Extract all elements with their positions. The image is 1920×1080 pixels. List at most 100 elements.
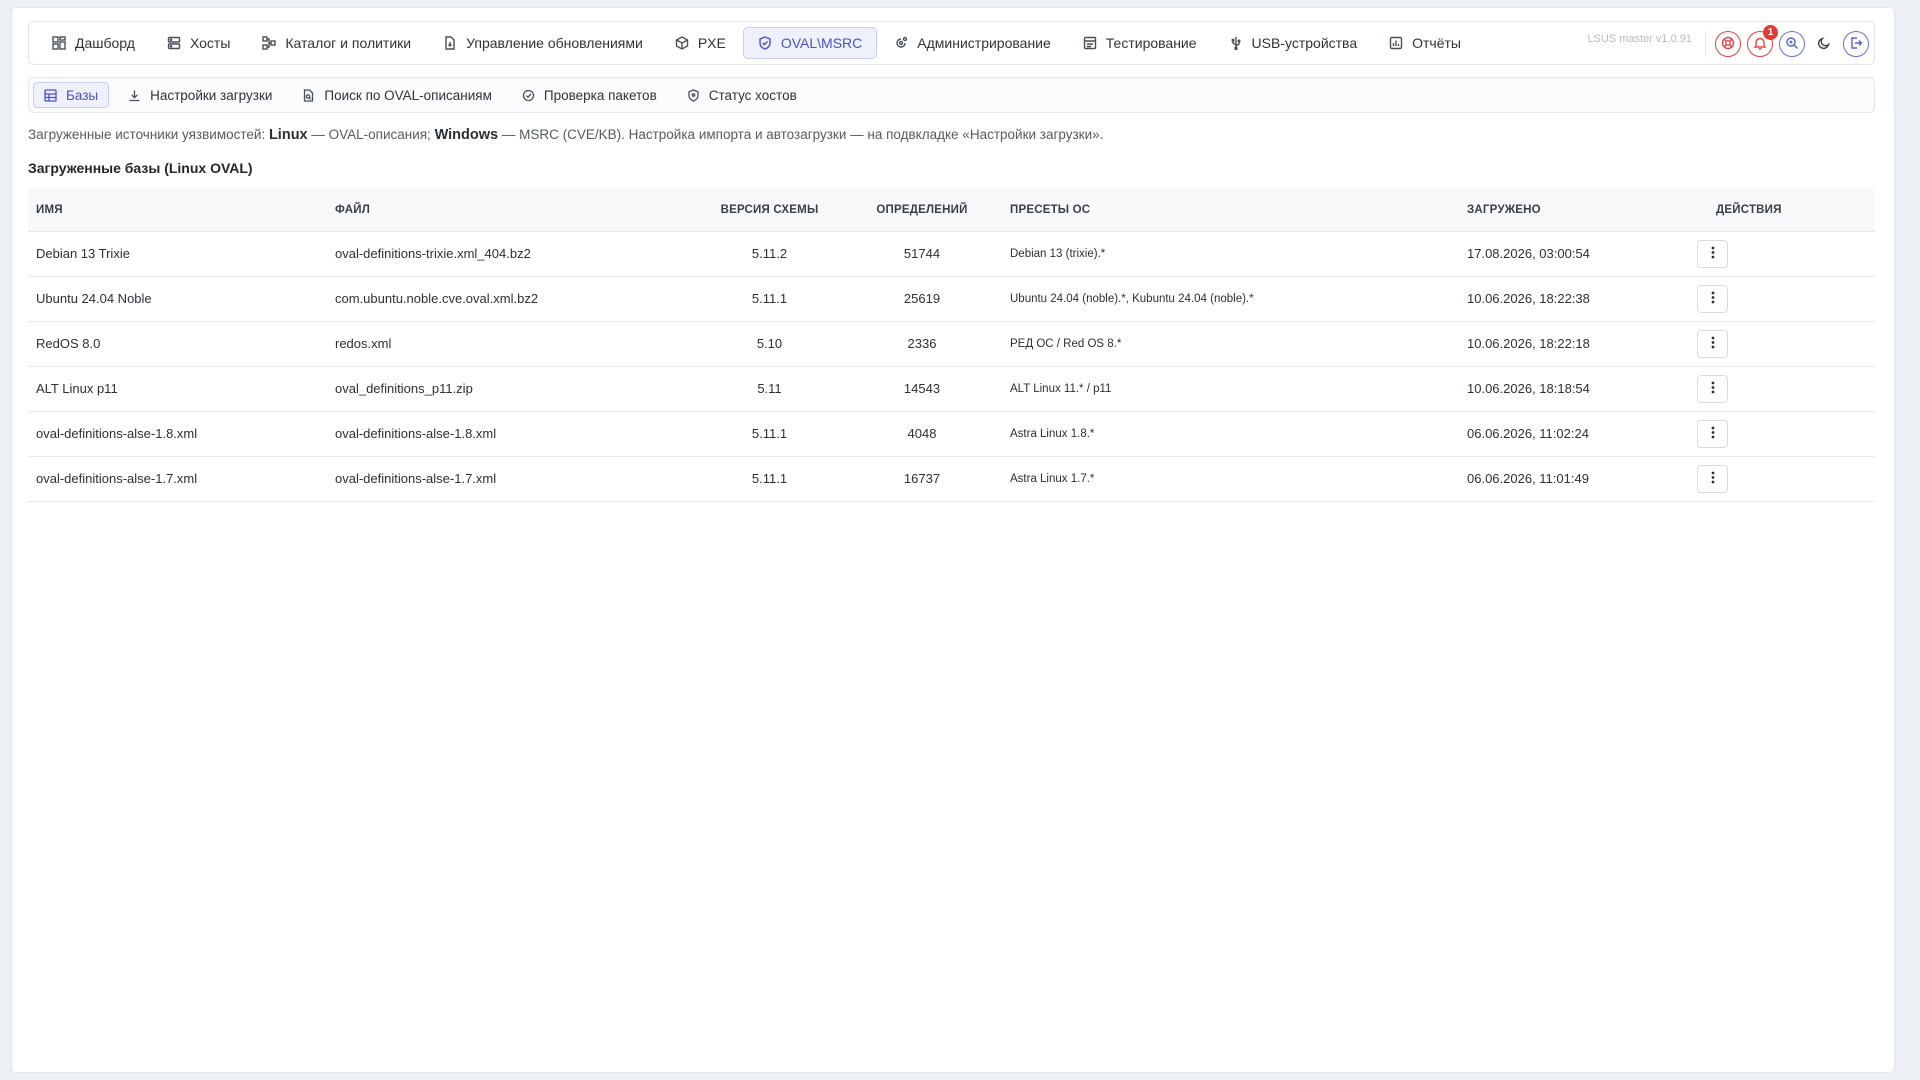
table-icon (44, 88, 57, 102)
header-actions: 1 (1715, 25, 1869, 57)
column-header-file[interactable]: Файл (327, 189, 697, 232)
moon-icon (1817, 36, 1831, 53)
sources-info: Загруженные источники уязвимостей: Linux… (28, 127, 1103, 143)
info-windows-desc: — MSRC (CVE/KB). Настройка импорта и авт… (498, 127, 1104, 142)
box-icon (675, 36, 689, 50)
nav-item-oval-msrc[interactable]: OVAL\MSRC (742, 27, 878, 59)
section-title: Загруженные базы (Linux OVAL) (28, 160, 253, 176)
support-button[interactable] (1715, 31, 1741, 57)
cell-file: oval-definitions-alse-1.7.xml (327, 456, 697, 502)
cell-file: com.ubuntu.noble.cve.oval.xml.bz2 (327, 276, 697, 322)
row-actions-button[interactable] (1697, 464, 1728, 493)
row-actions-button[interactable] (1697, 284, 1728, 313)
usb-icon (1229, 36, 1243, 50)
download-icon (128, 89, 141, 102)
tab-databases[interactable]: Базы (33, 82, 110, 108)
nav-item-hosts[interactable]: Хосты (152, 27, 245, 59)
theme-toggle-button[interactable] (1811, 31, 1837, 57)
cell-file: oval_definitions_p11.zip (327, 366, 697, 412)
table-header-row: Имя Файл Версия схемы Определений Пресет… (28, 189, 1875, 232)
cell-schema: 5.11.1 (697, 456, 842, 502)
nav-item-admin[interactable]: Администрирование (879, 27, 1066, 59)
file-update-icon (443, 36, 457, 50)
cell-file: oval-definitions-alse-1.8.xml (327, 411, 697, 457)
column-header-definitions[interactable]: Определений (842, 189, 1002, 232)
nav-item-catalog[interactable]: Каталог и политики (247, 27, 426, 59)
notifications-button[interactable]: 1 (1747, 25, 1778, 57)
row-actions-button[interactable] (1697, 374, 1728, 403)
nav-label: Дашборд (75, 35, 135, 51)
cell-schema: 5.10 (697, 321, 842, 367)
cell-definitions: 25619 (842, 276, 1002, 322)
nav-item-dashboard[interactable]: Дашборд (37, 27, 150, 59)
kebab-menu-icon (1711, 381, 1715, 397)
tab-label: Проверка пакетов (543, 87, 657, 103)
kebab-menu-icon (1711, 426, 1715, 442)
nav-label: PXE (697, 35, 726, 51)
row-actions-button[interactable] (1697, 329, 1728, 358)
cell-loaded: 17.08.2026, 03:00:54 (1459, 231, 1689, 277)
cell-name: Ubuntu 24.04 Noble (28, 276, 327, 322)
cell-actions (1689, 366, 1875, 412)
check-circle-icon (522, 89, 535, 102)
tab-label: Базы (66, 87, 99, 103)
column-header-name[interactable]: Имя (28, 189, 327, 232)
settings-cog-icon (894, 36, 908, 50)
column-header-actions: Действия (1689, 189, 1875, 232)
tab-host-status[interactable]: Статус хостов (676, 82, 808, 108)
cell-presets: Astra Linux 1.7.* (1002, 456, 1459, 502)
nav-item-pxe[interactable]: PXE (660, 27, 741, 59)
tab-oval-search[interactable]: Поиск по OVAL-описаниям (291, 82, 502, 108)
notifications-badge: 1 (1763, 25, 1778, 40)
cell-actions (1689, 321, 1875, 367)
sitemap-icon (262, 36, 277, 50)
cell-name: RedOS 8.0 (28, 321, 327, 367)
cell-loaded: 06.06.2026, 11:01:49 (1459, 456, 1689, 502)
column-header-schema[interactable]: Версия схемы (697, 189, 842, 232)
cell-presets: Ubuntu 24.04 (noble).*, Kubuntu 24.04 (n… (1002, 276, 1459, 322)
cell-name: ALT Linux p11 (28, 366, 327, 412)
cell-definitions: 16737 (842, 456, 1002, 502)
app-window: Дашборд Хосты Каталог и политики Управле… (12, 8, 1894, 1072)
column-header-loaded[interactable]: Загружено (1459, 189, 1689, 232)
report-icon (1389, 36, 1403, 50)
nav-label: Управление обновлениями (466, 35, 643, 51)
tab-download-settings[interactable]: Настройки загрузки (117, 82, 283, 108)
tab-label: Статус хостов (708, 87, 797, 103)
shield-icon (687, 88, 700, 102)
logout-button[interactable] (1843, 31, 1869, 57)
nav-label: USB-устройства (1251, 35, 1358, 51)
lifebuoy-icon (1721, 36, 1735, 53)
cell-name: oval-definitions-alse-1.7.xml (28, 456, 327, 502)
tab-label: Настройки загрузки (150, 87, 273, 103)
tab-label: Поиск по OVAL-описаниям (324, 87, 492, 103)
cell-presets: Astra Linux 1.8.* (1002, 411, 1459, 457)
kebab-menu-icon (1711, 291, 1715, 307)
cell-schema: 5.11.1 (697, 411, 842, 457)
row-actions-button[interactable] (1697, 419, 1728, 448)
nav-item-testing[interactable]: Тестирование (1068, 27, 1212, 59)
app-version: LSUS master v1.0.91 (1587, 33, 1692, 45)
nav-item-usb[interactable]: USB-устройства (1214, 27, 1373, 59)
tab-package-check[interactable]: Проверка пакетов (511, 82, 668, 108)
column-header-presets[interactable]: Пресеты ОС (1002, 189, 1459, 232)
table-row: Ubuntu 24.04 Noble com.ubuntu.noble.cve.… (28, 276, 1875, 322)
table-row: oval-definitions-alse-1.8.xml oval-defin… (28, 411, 1875, 457)
info-linux-desc: — OVAL-описания; (307, 127, 435, 142)
cell-definitions: 51744 (842, 231, 1002, 277)
kebab-menu-icon (1711, 471, 1715, 487)
cell-schema: 5.11.2 (697, 231, 842, 277)
cell-loaded: 10.06.2026, 18:18:54 (1459, 366, 1689, 412)
search-zoom-icon (1785, 36, 1799, 53)
cell-definitions: 2336 (842, 321, 1002, 367)
global-search-button[interactable] (1779, 31, 1805, 57)
nav-item-updates[interactable]: Управление обновлениями (428, 27, 658, 59)
nav-label: OVAL\MSRC (780, 35, 863, 51)
kebab-menu-icon (1711, 246, 1715, 262)
oval-databases-table: Имя Файл Версия схемы Определений Пресет… (28, 189, 1875, 502)
nav-item-reports[interactable]: Отчёты (1374, 27, 1476, 59)
row-actions-button[interactable] (1697, 239, 1728, 268)
cell-actions (1689, 456, 1875, 502)
file-search-icon (302, 88, 315, 102)
cell-actions (1689, 276, 1875, 322)
